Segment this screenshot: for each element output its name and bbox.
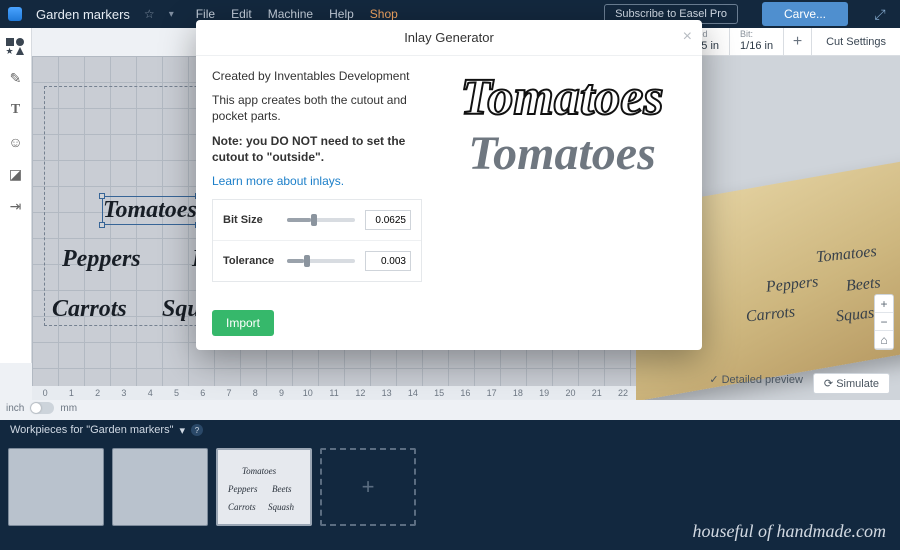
- modal-preview: Tomatoes Tomatoes: [438, 68, 686, 282]
- bit-size-label: Bit Size: [223, 214, 277, 226]
- bit-size-slider[interactable]: [287, 218, 355, 222]
- modal-author: Created by Inventables Development: [212, 68, 422, 84]
- import-button[interactable]: Import: [212, 310, 274, 336]
- modal-close-button[interactable]: ×: [683, 28, 692, 46]
- bit-size-input[interactable]: [365, 210, 411, 230]
- tolerance-label: Tolerance: [223, 255, 277, 267]
- inlay-outline-preview: Tomatoes: [460, 72, 663, 124]
- inlay-generator-modal: Inlay Generator × Created by Inventables…: [196, 20, 702, 350]
- inlay-fill-preview: Tomatoes: [468, 130, 656, 178]
- tolerance-slider[interactable]: [287, 259, 355, 263]
- modal-controls: Bit Size Tolerance: [212, 199, 422, 282]
- modal-note: Note: you DO NOT need to set the cutout …: [212, 133, 422, 165]
- tolerance-input[interactable]: [365, 251, 411, 271]
- bit-size-row: Bit Size: [213, 200, 421, 241]
- modal-title: Inlay Generator ×: [196, 20, 702, 56]
- modal-left-panel: Created by Inventables Development This …: [212, 68, 422, 282]
- learn-more-link[interactable]: Learn more about inlays.: [212, 174, 344, 188]
- tolerance-row: Tolerance: [213, 241, 421, 281]
- modal-description: This app creates both the cutout and poc…: [212, 92, 422, 124]
